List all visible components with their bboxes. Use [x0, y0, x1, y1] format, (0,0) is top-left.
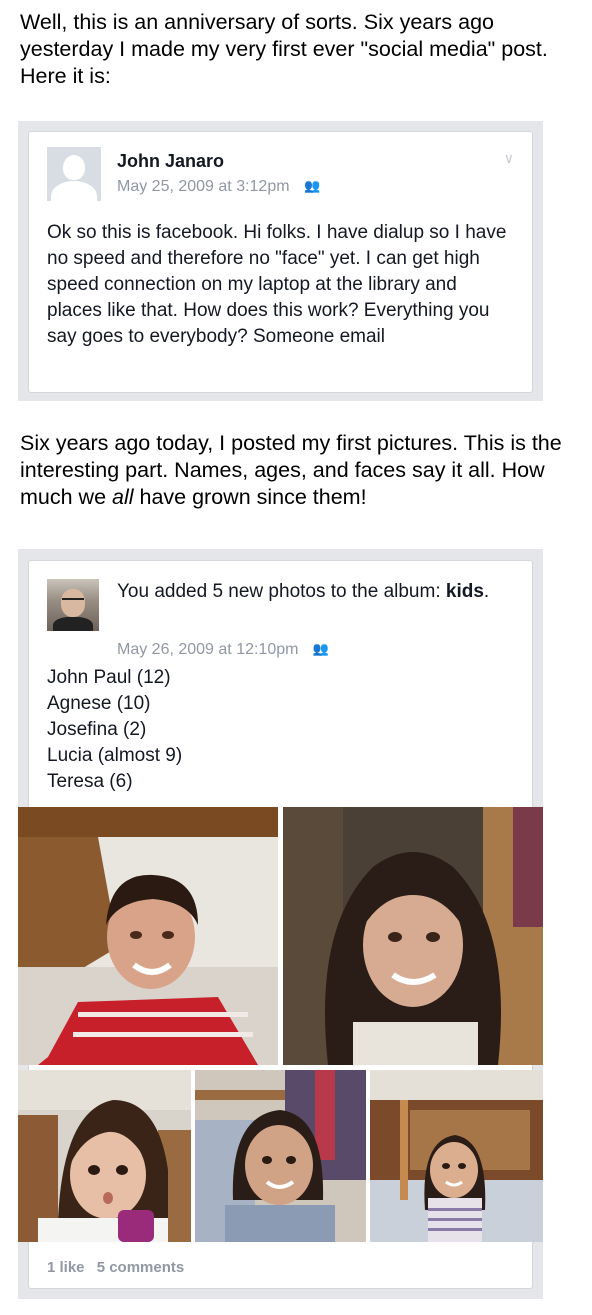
photo-girl-3[interactable]: [370, 1070, 543, 1242]
post-meta-1: May 25, 2009 at 3:12pm 👥: [117, 178, 320, 196]
list-item: Teresa (6): [47, 771, 133, 792]
photo-girl-2[interactable]: [195, 1070, 366, 1242]
caption-middle-part2: have grown since them!: [133, 485, 367, 509]
post-footer: 1 like 5 comments: [47, 1259, 192, 1276]
comments-link[interactable]: 5 comments: [97, 1259, 185, 1276]
album-punct: .: [483, 581, 490, 602]
post-card-1: John Janaro May 25, 2009 at 3:12pm 👥 ∨ O…: [28, 131, 533, 393]
post-screenshot-2: You added 5 new photos to the album: kid…: [18, 549, 543, 1299]
album-update-text: You added 5 new photos to the album: kid…: [117, 579, 497, 604]
default-avatar-icon[interactable]: [47, 147, 101, 201]
post-timestamp[interactable]: May 26, 2009 at 12:10pm: [117, 641, 298, 658]
photo-toddler[interactable]: [18, 1070, 191, 1242]
album-action: You added 5 new photos to the album:: [117, 581, 441, 602]
post-screenshot-1: John Janaro May 25, 2009 at 3:12pm 👥 ∨ O…: [18, 121, 543, 401]
list-item: Lucia (almost 9): [47, 745, 183, 766]
post-author[interactable]: John Janaro: [117, 151, 224, 172]
post-timestamp[interactable]: May 25, 2009 at 3:12pm: [117, 178, 290, 195]
avatar[interactable]: [47, 579, 99, 631]
photo-girl-1[interactable]: [283, 807, 543, 1065]
name-list: John Paul (12) Agnese (10) Josefina (2) …: [47, 665, 516, 795]
friends-icon[interactable]: 👥: [304, 178, 320, 194]
post-meta-2: May 26, 2009 at 12:10pm 👥: [117, 641, 329, 659]
caption-top: Well, this is an anniversary of sorts. S…: [20, 10, 548, 88]
post-body: Ok so this is facebook. Hi folks. I have…: [47, 222, 507, 347]
chevron-down-icon[interactable]: ∨: [504, 150, 514, 167]
list-item: Josefina (2): [47, 719, 147, 740]
likes-link[interactable]: 1 like: [47, 1259, 85, 1276]
caption-middle: Six years ago today, I posted my first p…: [20, 430, 575, 511]
photo-boy[interactable]: [18, 807, 278, 1065]
friends-icon[interactable]: 👥: [313, 641, 329, 657]
caption-middle-italic: all: [112, 485, 134, 509]
list-item: John Paul (12): [47, 667, 171, 688]
list-item: Agnese (10): [47, 693, 151, 714]
album-link[interactable]: kids: [446, 581, 484, 602]
